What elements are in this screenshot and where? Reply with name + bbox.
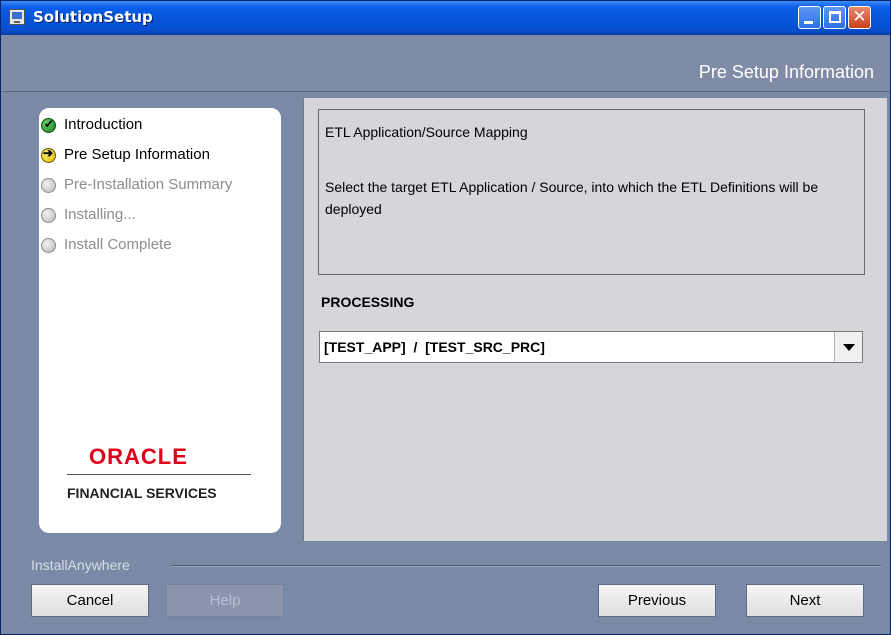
oracle-logo: ORACLE (89, 444, 188, 469)
dropdown-selected-value: [TEST_APP] / [TEST_SRC_PRC] (324, 339, 545, 355)
gray-circle-icon (41, 178, 56, 193)
description-heading: ETL Application/Source Mapping (325, 124, 528, 140)
close-icon: ✕ (852, 7, 867, 27)
gray-circle-icon (41, 238, 56, 253)
logo-subtitle: FINANCIAL SERVICES (67, 485, 217, 501)
step-label: Install Complete (64, 236, 172, 253)
minimize-icon (804, 21, 813, 24)
step-label: Installing... (64, 206, 136, 223)
footer-divider (171, 565, 881, 567)
maximize-icon (829, 11, 841, 23)
step-label: Pre-Installation Summary (64, 176, 233, 193)
step-label: Pre Setup Information (64, 146, 210, 163)
step-label: Introduction (64, 116, 143, 133)
logo-divider (67, 474, 251, 475)
arrow-right-icon (41, 146, 56, 163)
step-title: Pre Setup Information (698, 62, 874, 82)
minimize-button[interactable] (798, 6, 821, 29)
description-box: ETL Application/Source Mapping Select th… (318, 109, 865, 275)
gray-circle-icon (41, 208, 56, 223)
chevron-down-icon[interactable] (834, 332, 862, 362)
content-panel: ETL Application/Source Mapping Select th… (303, 98, 887, 541)
close-button[interactable]: ✕ (848, 6, 871, 29)
processing-dropdown[interactable]: [TEST_APP] / [TEST_SRC_PRC] (319, 331, 863, 363)
step-header: Pre Setup Information (1, 35, 890, 92)
checkmark-icon (41, 117, 56, 133)
description-text: Select the target ETL Application / Sour… (325, 179, 819, 217)
installer-brand-label: InstallAnywhere (31, 557, 130, 573)
previous-button[interactable]: Previous (598, 584, 716, 617)
installer-window: SolutionSetup ✕ Pre Setup Information In… (0, 0, 891, 635)
next-button[interactable]: Next (746, 584, 864, 617)
app-icon (9, 9, 25, 25)
maximize-button[interactable] (823, 6, 846, 29)
title-bar[interactable]: SolutionSetup ✕ (1, 1, 890, 35)
window-title: SolutionSetup (33, 8, 153, 26)
cancel-button[interactable]: Cancel (31, 584, 149, 617)
steps-panel: Introduction Pre Setup Information Pre-I… (39, 108, 281, 533)
help-button[interactable]: Help (166, 584, 284, 617)
footer: InstallAnywhere Cancel Help Previous Nex… (1, 541, 890, 634)
processing-label: PROCESSING (321, 294, 415, 310)
